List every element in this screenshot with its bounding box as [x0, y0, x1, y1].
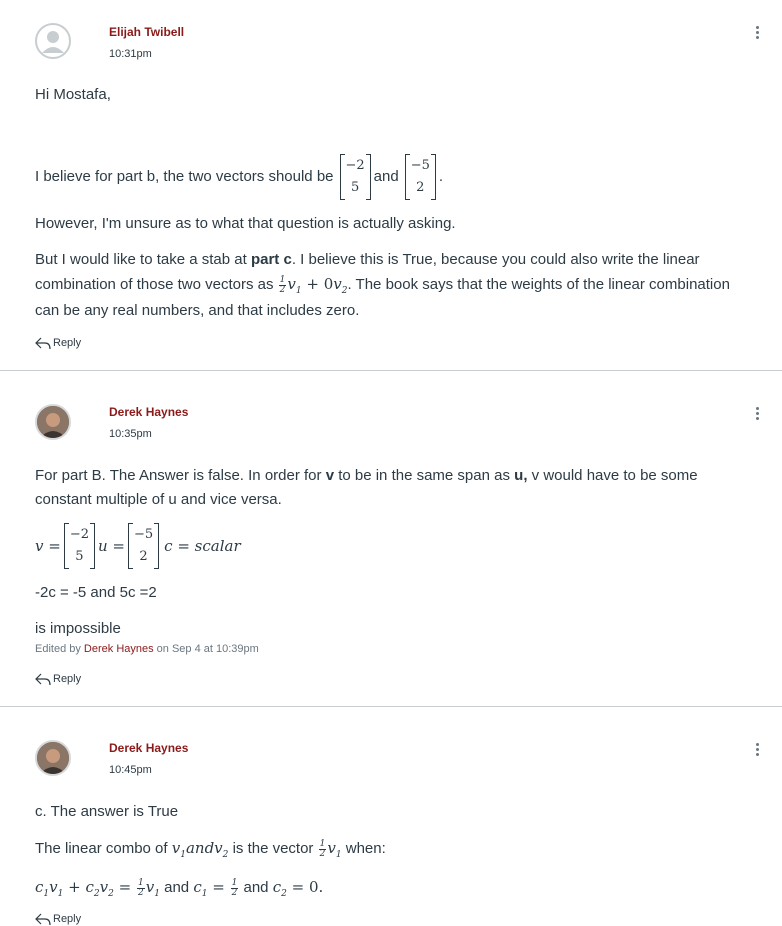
text: For part B. The Answer is false. In orde… [35, 467, 326, 484]
post-timestamp: 10:35pm [109, 428, 152, 440]
math-text: u = [97, 537, 125, 555]
author-name[interactable]: Derek Haynes [109, 741, 188, 755]
text: when: [345, 840, 386, 857]
text: and [164, 879, 190, 896]
math-expression: c1 = 12 [193, 877, 239, 899]
vector-matrix: −5 2 [404, 154, 437, 200]
avatar[interactable] [35, 740, 71, 776]
reply-label: Reply [53, 673, 82, 685]
reply-label: Reply [53, 913, 82, 925]
text: . I believe this is True, because you co… [291, 251, 700, 268]
editor-link[interactable]: Derek Haynes [84, 643, 154, 655]
post-text: can be any real numbers, and that includ… [35, 302, 360, 319]
bold-text: part c [250, 251, 292, 268]
text: and [373, 168, 399, 185]
vector-entry: 5 [75, 549, 84, 564]
vector-entry: 2 [416, 180, 425, 195]
more-options-icon[interactable] [750, 741, 764, 759]
vector-matrix: −2 5 [339, 154, 371, 200]
vector-entry: −5 [410, 158, 430, 173]
more-options-icon[interactable] [750, 405, 764, 423]
math-expression: c1v1 + c2v2 = 1 2 v1 [35, 877, 160, 899]
post-text-line: But I would like to take a stab at part … [35, 248, 700, 272]
vector-entry: 5 [350, 180, 360, 195]
math-text: v = [35, 537, 61, 555]
text: I believe for part b, the two vectors sh… [35, 168, 334, 185]
text: Edited by [35, 643, 84, 655]
post-text: Hi Mostafa, [35, 86, 111, 103]
reply-button[interactable]: Reply [35, 912, 81, 926]
avatar[interactable] [35, 404, 71, 440]
math-expression: v1andv2 [171, 839, 229, 860]
vector-entry: −5 [133, 527, 154, 542]
vector-entry: 2 [139, 549, 148, 564]
vector-matrix: −5 2 [127, 523, 160, 569]
post-text: c. The answer is True [35, 803, 179, 820]
math-text: c = scalar [164, 537, 241, 555]
text: to be in the same span as [334, 467, 515, 484]
reply-button[interactable]: Reply [35, 336, 81, 350]
user-photo-icon [37, 742, 69, 774]
post-text-line: For part B. The Answer is false. In orde… [35, 464, 698, 488]
author-name[interactable]: Derek Haynes [109, 405, 188, 419]
post-text: is impossible [35, 620, 121, 637]
text: . The book says that the weights of the … [347, 276, 730, 293]
text: But I would like to take a stab at [35, 251, 251, 268]
vector-matrix: −2 5 [63, 523, 96, 569]
post-text-line: The linear combo of v1andv2 is the vecto… [35, 836, 386, 867]
user-photo-icon [37, 406, 69, 438]
divider [0, 370, 782, 371]
vector-entry: −2 [69, 527, 89, 542]
post-text-line: c1v1 + c2v2 = 1 2 v1 and c1 = 12 and c2 = … [35, 875, 323, 906]
text: and [243, 879, 269, 896]
post-text: However, I'm unsure as to what that ques… [35, 215, 456, 232]
math-expression: 1 2 v1 + 0v2 [278, 274, 348, 296]
bold-text: u, [514, 467, 528, 484]
reply-button[interactable]: Reply [35, 672, 81, 686]
text: combination of those two vectors as [35, 276, 274, 293]
reply-arrow-icon [35, 337, 51, 350]
text: The linear combo of [35, 840, 168, 857]
vector-entry: −2 [345, 158, 365, 173]
edited-note: Edited by Derek Haynes on Sep 4 at 10:39… [35, 643, 259, 655]
text: on Sep 4 at 10:39pm [153, 643, 259, 655]
divider [0, 706, 782, 707]
text: is the vector [232, 840, 314, 857]
post-text: -2c = -5 and 5c =2 [35, 584, 157, 601]
reply-arrow-icon [35, 913, 51, 926]
post-text: constant multiple of u and vice versa. [35, 491, 282, 508]
text: v would have to be some [527, 467, 698, 484]
post-timestamp: 10:45pm [109, 764, 152, 776]
bold-text: v [325, 467, 335, 484]
user-avatar-icon [42, 31, 64, 53]
post-text-line: I believe for part b, the two vectors sh… [35, 154, 444, 200]
text: . [438, 168, 444, 185]
more-options-icon[interactable] [750, 24, 764, 42]
post-timestamp: 10:31pm [109, 48, 152, 60]
math-expression: 1 2 v1 [318, 838, 342, 860]
reply-arrow-icon [35, 673, 51, 686]
avatar[interactable] [35, 23, 71, 59]
math-expression: c2 = 0. [272, 878, 324, 899]
math-equation-row: v = −2 5 u = −5 2 c = scalar [35, 523, 241, 569]
author-name[interactable]: Elijah Twibell [109, 25, 184, 39]
reply-label: Reply [53, 337, 82, 349]
